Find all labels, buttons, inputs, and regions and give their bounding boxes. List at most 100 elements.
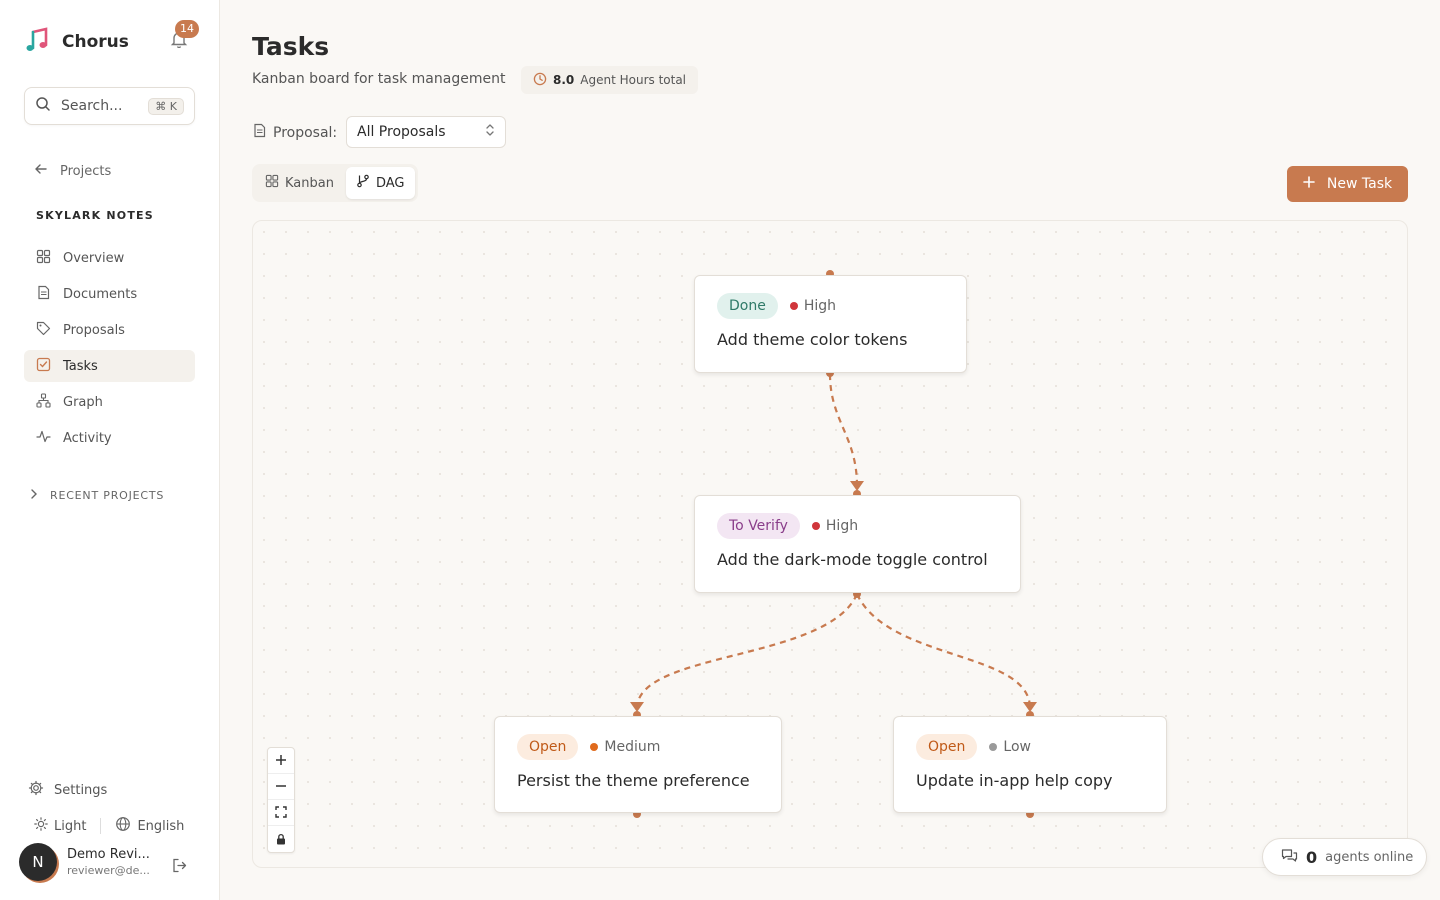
dag-canvas[interactable]: Done High Add theme color tokens To Veri…: [252, 220, 1408, 868]
dag-edge: [828, 373, 864, 491]
dag-node[interactable]: Done High Add theme color tokens: [694, 275, 967, 373]
graph-icon: [36, 392, 51, 412]
recent-projects-toggle[interactable]: RECENT PROJECTS: [30, 488, 164, 503]
priority-dot: [590, 743, 599, 751]
agents-count: 0: [1306, 847, 1318, 867]
document-icon: [252, 123, 267, 142]
agent-hours-badge: 8.0 Agent Hours total: [521, 66, 699, 94]
sidebar-item-overview[interactable]: Overview: [24, 242, 195, 274]
status-badge: To Verify: [717, 513, 800, 539]
plus-icon: [275, 751, 287, 770]
task-title: Update in-app help copy: [916, 771, 1113, 790]
sidebar-item-label: Graph: [63, 394, 103, 410]
page-subtitle: Kanban board for task management: [252, 71, 506, 87]
priority-label: Low: [1003, 739, 1031, 755]
task-title: Add the dark-mode toggle control: [717, 550, 988, 569]
tab-dag[interactable]: DAG: [345, 167, 415, 199]
sidebar: Chorus 14 Search... ⌘ K Projects SKYLARK…: [0, 0, 220, 900]
settings-label: Settings: [54, 782, 108, 798]
sun-icon: [34, 817, 48, 835]
git-branch-icon: [356, 174, 370, 192]
dag-node[interactable]: To Verify High Add the dark-mode toggle …: [694, 495, 1021, 593]
project-name: SKYLARK NOTES: [36, 209, 154, 222]
dag-edge: [856, 593, 1037, 712]
brand[interactable]: Chorus: [24, 26, 129, 58]
priority-label: High: [825, 518, 859, 534]
agent-hours-value: 8.0: [553, 73, 575, 87]
proposal-filter-label: Proposal:: [252, 123, 337, 142]
priority-indicator: High: [811, 518, 859, 534]
recent-projects-label: RECENT PROJECTS: [50, 489, 165, 502]
chat-icon: [1281, 848, 1298, 867]
logout-icon[interactable]: [171, 857, 188, 878]
status-badge: Open: [916, 734, 978, 760]
lock-button[interactable]: [268, 826, 294, 852]
tab-label: DAG: [375, 175, 405, 191]
fit-view-icon: [275, 803, 287, 822]
theme-label: Light: [54, 818, 87, 834]
priority-dot: [811, 522, 820, 530]
sidebar-item-proposals[interactable]: Proposals: [24, 314, 195, 346]
sidebar-item-activity[interactable]: Activity: [24, 422, 195, 454]
tag-icon: [36, 321, 51, 340]
agents-online-indicator[interactable]: 0 agents online: [1262, 838, 1428, 876]
arrow-left-icon: [34, 162, 48, 180]
agents-label: agents online: [1325, 849, 1414, 865]
back-label: Projects: [60, 163, 112, 179]
globe-icon: [115, 816, 131, 836]
zoom-out-button[interactable]: [268, 774, 294, 800]
priority-dot: [989, 743, 998, 751]
tab-kanban[interactable]: Kanban: [255, 167, 344, 199]
search-label: Search...: [61, 98, 123, 114]
sidebar-item-tasks[interactable]: Tasks: [24, 350, 195, 382]
tab-label: Kanban: [285, 175, 334, 191]
settings-link[interactable]: Settings: [28, 780, 107, 800]
project-nav: Overview Documents Proposals Tasks Graph…: [24, 242, 195, 458]
chevron-right-icon: [30, 488, 38, 503]
dag-node[interactable]: Open Low Update in-app help copy: [893, 716, 1167, 813]
filter-label-text: Proposal:: [273, 124, 338, 141]
checkbox-icon: [36, 357, 51, 376]
sidebar-item-documents[interactable]: Documents: [24, 278, 195, 310]
task-title: Persist the theme preference: [517, 771, 750, 790]
sidebar-item-label: Proposals: [63, 322, 125, 338]
priority-dot: [789, 302, 798, 310]
priority-indicator: Low: [989, 739, 1031, 755]
agent-hours-label: Agent Hours total: [580, 73, 687, 87]
dag-edge: [630, 593, 859, 712]
minus-icon: [275, 777, 287, 796]
fit-view-button[interactable]: [268, 800, 294, 826]
activity-icon: [36, 429, 51, 448]
page-title: Tasks: [252, 32, 330, 61]
priority-label: Medium: [604, 739, 661, 755]
clock-icon: [533, 72, 547, 89]
search-shortcut: ⌘ K: [148, 97, 184, 115]
music-note-icon: [24, 26, 52, 58]
gear-icon: [28, 780, 44, 800]
sidebar-item-label: Overview: [63, 250, 125, 266]
theme-toggle[interactable]: Light: [34, 817, 86, 835]
sidebar-item-label: Documents: [63, 286, 138, 302]
proposal-select[interactable]: All Proposals: [346, 116, 506, 148]
app-name: Chorus: [62, 32, 129, 52]
sidebar-item-graph[interactable]: Graph: [24, 386, 195, 418]
priority-indicator: Medium: [590, 739, 660, 755]
sidebar-item-label: Activity: [63, 430, 112, 446]
zoom-in-button[interactable]: [268, 748, 294, 774]
search-icon: [35, 96, 51, 116]
new-task-button[interactable]: New Task: [1287, 166, 1408, 202]
status-badge: Open: [517, 734, 579, 760]
user-name: Demo Revi...: [67, 847, 150, 862]
priority-indicator: High: [789, 298, 837, 314]
priority-label: High: [803, 298, 837, 314]
language-select[interactable]: English: [115, 816, 184, 836]
status-badge: Done: [717, 293, 778, 319]
avatar: N: [19, 843, 57, 881]
user-profile[interactable]: N Demo Revi... reviewer@de...: [19, 843, 150, 881]
back-to-projects-link[interactable]: Projects: [34, 162, 111, 180]
proposal-select-value: All Proposals: [357, 124, 446, 140]
dag-node[interactable]: Open Medium Persist the theme preference: [494, 716, 782, 813]
search-button[interactable]: Search... ⌘ K: [24, 87, 195, 125]
divider: [100, 818, 102, 834]
preferences: Light English: [34, 816, 184, 836]
